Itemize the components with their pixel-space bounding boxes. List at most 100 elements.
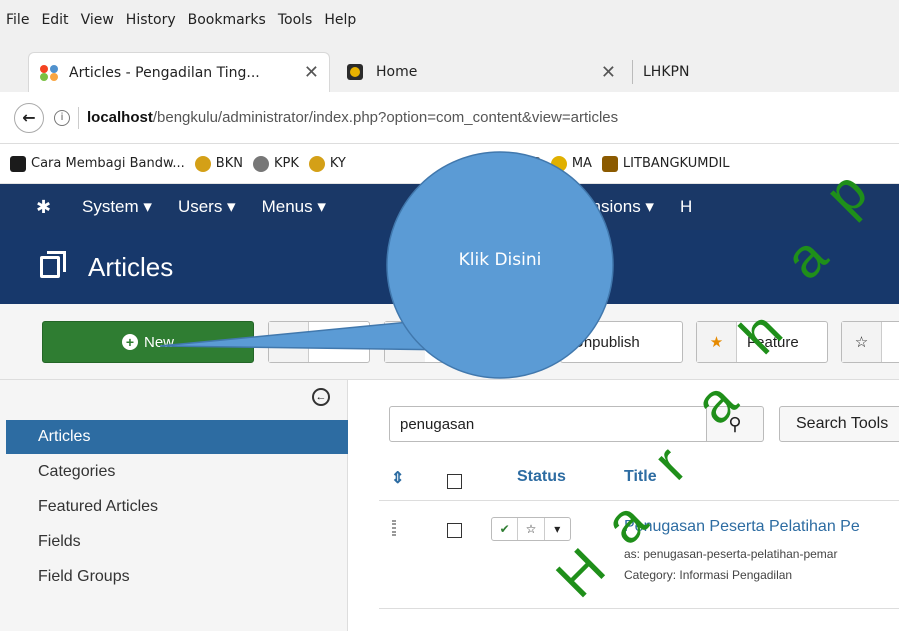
bookmark-favicon-icon [601,155,618,172]
admin-navbar: ✱ System ▾ Users ▾ Menus ▾ Components ▾ … [0,184,899,230]
bookmark-item[interactable]: BKN [194,155,243,172]
menu-edit[interactable]: Edit [41,12,68,28]
home-favicon-icon [346,63,366,81]
menu-history[interactable]: History [126,12,176,28]
separator [78,106,79,129]
url-host[interactable]: localhost [87,109,153,126]
sidebar-item-fields[interactable]: Fields [6,525,348,559]
nav-help[interactable]: H [680,197,692,217]
collapse-sidebar-icon[interactable]: ← [312,388,330,406]
bookmark-item[interactable]: KPK [252,155,299,172]
drag-handle-icon[interactable] [392,520,396,536]
nav-extensions[interactable]: Extensions ▾ [558,197,654,217]
status-button-group: ✔ ☆ ▾ [491,517,571,541]
tab-title: Home [376,64,418,80]
garuda-icon [308,155,325,172]
browser-menubar: File Edit View History Bookmarks Tools H… [0,0,899,40]
bookmark-label: LITBANGKUMDIL [622,156,730,171]
menu-tools[interactable]: Tools [278,12,313,28]
action-toolbar: + New ✎ Edit ✔ Unpublish ★ Feature ☆ [0,304,899,380]
menu-view[interactable]: View [81,12,114,28]
address-bar: ← i localhost /bengkulu/administrator/in… [0,92,899,144]
bookmark-favicon-icon [10,155,26,172]
article-alias: as: penugasan-peserta-pelatihan-pemar [624,547,838,561]
bookmarks-toolbar: Cara Membagi Bandw... BKN KPK KY BADILAG… [0,144,899,184]
article-category: Category: Informasi Pengadilan [624,568,793,582]
bookmark-label: MA [571,156,592,171]
unpublish-button-label: Unpublish [573,333,640,351]
bookmark-item[interactable]: KY [308,155,346,172]
page-header: Articles [0,230,899,304]
menu-bookmarks[interactable]: Bookmarks [188,12,266,28]
sort-icon[interactable]: ⇕ [391,468,404,488]
tab-articles[interactable]: Articles - Pengadilan Ting... ✕ [28,52,330,92]
bookmark-item[interactable]: BADILAG [461,155,541,172]
chevron-down-icon[interactable]: ▾ [545,518,570,540]
nav-system[interactable]: System ▾ [82,197,152,217]
edit-icon: ✎ [269,322,309,362]
bookmark-item[interactable]: Cara Membagi Bandw... [10,155,185,172]
sidebar-item-field-groups[interactable]: Field Groups [6,560,348,594]
bookmark-favicon-icon [461,155,478,172]
menu-file[interactable]: File [6,12,29,28]
search-icon: ⚲ [728,413,742,434]
unpublish-button[interactable]: Unpublish [560,321,683,363]
sidebar-item-articles[interactable]: Articles [6,420,348,454]
bookmark-label: KPK [273,156,299,171]
new-button-label: New [143,333,174,351]
feature-button[interactable]: ★ Feature [696,321,828,363]
edit-button[interactable]: ✎ Edit [268,321,370,363]
column-title[interactable]: Title [624,468,657,486]
divider [379,608,899,609]
close-tab-icon[interactable]: ✕ [601,62,616,83]
check-icon: ✔ [385,322,425,362]
search-input[interactable]: penugasan [389,406,707,442]
bookmark-label: KY [329,156,346,171]
featured-star-icon[interactable]: ☆ [518,518,545,540]
bookmark-favicon-icon [252,155,269,172]
sidebar-item-featured-articles[interactable]: Featured Articles [6,490,348,524]
garuda-icon [194,155,211,172]
divider [379,500,899,501]
edit-button-label: Edit [319,333,345,351]
back-arrow-icon[interactable]: ← [14,102,44,133]
publish-button[interactable]: ✔ [384,321,448,363]
close-tab-icon[interactable]: ✕ [304,62,319,83]
menu-help[interactable]: Help [324,12,356,28]
new-button[interactable]: + New [42,321,254,363]
tab-home[interactable]: Home ✕ [336,52,626,92]
plus-icon: + [121,334,138,350]
bookmark-label: BKN [215,156,243,171]
published-check-icon[interactable]: ✔ [492,518,519,540]
bookmark-item[interactable]: LITBANGKUMDIL [601,155,730,172]
bookmark-label: Cara Membagi Bandw... [31,156,185,171]
tab-title: Articles - Pengadilan Ting... [69,64,260,81]
joomla-logo-icon[interactable]: ✱ [36,197,56,218]
nav-menus[interactable]: Menus ▾ [262,197,326,217]
tab-bar: Articles - Pengadilan Ting... ✕ Home ✕ L… [0,40,899,92]
column-status[interactable]: Status [517,468,566,486]
nav-users[interactable]: Users ▾ [178,197,236,217]
unfeature-button[interactable]: ☆ [841,321,899,363]
row-checkbox[interactable] [447,523,462,538]
search-button[interactable]: ⚲ [706,406,764,442]
star-outline-icon: ☆ [842,322,882,362]
articles-list: penugasan ⚲ Search Tools ⇕ Status Title … [349,380,899,631]
tab-title: LHKPN [643,64,690,80]
tab-lhkpn[interactable]: LHKPN [632,60,752,84]
url-path[interactable]: /bengkulu/administrator/index.php?option… [153,109,618,126]
bookmark-favicon-icon [550,155,567,172]
sidebar-item-categories[interactable]: Categories [6,455,348,489]
bookmark-item[interactable]: MA [550,155,592,172]
info-icon[interactable]: i [54,109,70,126]
article-title-link[interactable]: Penugasan Peserta Pelatihan Pe [624,518,860,536]
joomla-favicon-icon [39,64,59,82]
bookmark-label: BADILAG [482,156,541,171]
search-tools-button[interactable]: Search Tools [779,406,899,442]
nav-components[interactable]: Components ▾ [422,197,532,217]
star-icon: ★ [697,322,737,362]
select-all-checkbox[interactable] [447,474,462,489]
sidebar: ← Articles Categories Featured Articles … [0,380,348,631]
page-title: Articles [88,251,174,282]
feature-button-label: Feature [747,333,799,351]
